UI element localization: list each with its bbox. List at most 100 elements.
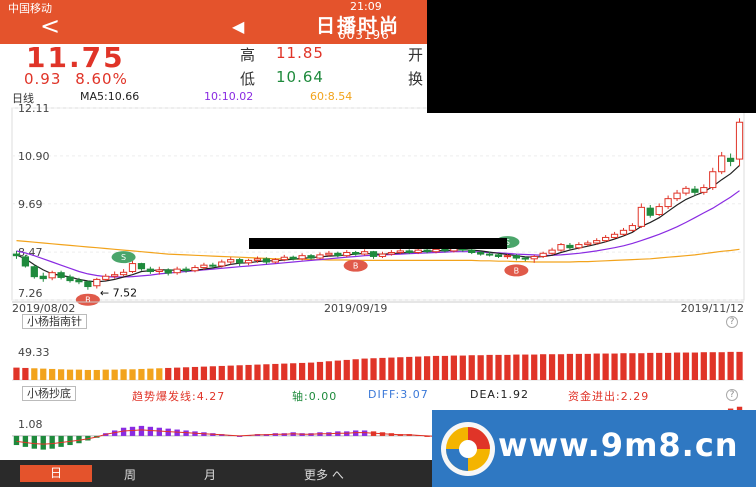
indicator1-bar bbox=[93, 369, 100, 380]
indicator1-bar bbox=[263, 364, 270, 380]
candle-body bbox=[307, 255, 315, 259]
indicator2-bar bbox=[40, 435, 46, 450]
candle-body bbox=[521, 257, 529, 260]
indicator1-bar bbox=[254, 364, 261, 380]
indicator1-bar bbox=[138, 368, 145, 380]
low-label: 低 bbox=[240, 70, 256, 88]
candle-body bbox=[494, 254, 503, 257]
candle-body bbox=[637, 206, 645, 227]
indicator1-bar bbox=[468, 355, 475, 380]
indicator1-bar bbox=[370, 358, 377, 380]
candle-body bbox=[253, 258, 262, 261]
kline-chart[interactable]: 12.1110.909.698.477.26BSBSB← 7.522019/08… bbox=[0, 104, 756, 460]
ma5-line bbox=[16, 164, 740, 283]
indicator1-bar bbox=[575, 353, 582, 380]
indicator1-bar bbox=[397, 357, 404, 380]
candle-body bbox=[664, 198, 672, 208]
indicator1-bar bbox=[531, 354, 538, 380]
candle-body bbox=[423, 249, 431, 253]
indicator1-bar bbox=[147, 368, 154, 380]
indicator1-bar bbox=[727, 351, 734, 380]
indicator1-bar bbox=[156, 368, 163, 380]
candle-body bbox=[477, 251, 485, 255]
indicator1-bar bbox=[584, 353, 591, 380]
candle-body bbox=[682, 187, 690, 194]
indicator1-bar bbox=[423, 356, 431, 380]
tab-more[interactable]: 更多 へ bbox=[304, 466, 344, 483]
ma10-legend: 10:10.02 bbox=[204, 90, 254, 103]
candle-body bbox=[66, 276, 74, 282]
indicator1-bar bbox=[352, 359, 359, 380]
watermark-banner: www.9m8.cn bbox=[432, 410, 756, 487]
candle-body bbox=[709, 171, 717, 189]
candle-body bbox=[209, 264, 217, 267]
watermark-text: www.9m8.cn bbox=[498, 426, 739, 464]
candle-body bbox=[84, 281, 92, 288]
candle-body bbox=[48, 272, 56, 279]
indicator1-bar bbox=[602, 353, 609, 380]
y-tick-label: 9.69 bbox=[18, 198, 43, 211]
candle-body bbox=[405, 250, 413, 253]
candle-body bbox=[530, 255, 538, 260]
candle-body bbox=[191, 267, 199, 272]
back-chevron-icon[interactable]: < bbox=[40, 12, 60, 40]
candle-body bbox=[119, 271, 128, 276]
indicator1-bar bbox=[638, 353, 645, 380]
change-percent: 8.60% bbox=[75, 70, 128, 88]
candle-body bbox=[557, 244, 565, 251]
candle-body bbox=[39, 275, 47, 280]
watermark-logo-icon bbox=[441, 422, 495, 476]
indicator1-bar bbox=[75, 369, 83, 380]
indicator1-bar bbox=[736, 351, 743, 380]
indicator1-bar bbox=[31, 368, 38, 380]
indicator1-bar bbox=[218, 365, 225, 380]
trend-line-value: 趋势爆发线:4.27 bbox=[132, 390, 226, 403]
indicator1-bar bbox=[557, 354, 565, 380]
candle-body bbox=[602, 236, 610, 242]
help-icon[interactable]: ? bbox=[726, 316, 738, 328]
low-value: 10.64 bbox=[276, 68, 324, 86]
indicator1-bar bbox=[432, 355, 440, 380]
indicator1-bar bbox=[691, 352, 699, 380]
y-tick-label: 7.26 bbox=[18, 287, 43, 300]
dea-value: DEA:1.92 bbox=[470, 388, 529, 401]
indicator1-bar bbox=[647, 352, 654, 380]
indicator1-bar bbox=[165, 367, 172, 380]
tab-daily[interactable]: 日 bbox=[20, 465, 92, 482]
candle-body bbox=[146, 268, 154, 272]
indicator1-bar bbox=[66, 369, 74, 380]
help-icon[interactable]: ? bbox=[726, 389, 738, 401]
candle-body bbox=[610, 233, 619, 238]
candle-body bbox=[584, 242, 592, 246]
candle-body bbox=[164, 269, 172, 274]
tab-monthly[interactable]: 月 bbox=[204, 466, 216, 483]
candle-body bbox=[566, 244, 574, 249]
indicator1-bar bbox=[709, 352, 716, 380]
candle-body bbox=[396, 250, 404, 253]
indicator1-bar bbox=[441, 355, 449, 380]
indicator1-bar bbox=[120, 369, 127, 380]
speaker-icon[interactable]: ◀ bbox=[232, 17, 244, 36]
ma60-legend: 60:8.54 bbox=[310, 90, 353, 103]
candle-body bbox=[236, 259, 244, 264]
candle-body bbox=[137, 263, 146, 270]
x-axis-label: 2019/11/12 bbox=[681, 302, 744, 315]
indicator1-bar bbox=[343, 359, 350, 380]
candle-body bbox=[325, 252, 333, 256]
indicator1-bar bbox=[361, 358, 368, 380]
candle-body bbox=[441, 248, 449, 252]
signal-label: B bbox=[85, 296, 91, 305]
redacted-region bbox=[427, 0, 756, 113]
indicator1-bar bbox=[334, 360, 341, 380]
indicator1-bar bbox=[629, 353, 636, 380]
candle-body bbox=[726, 157, 735, 162]
tab-weekly[interactable]: 周 bbox=[124, 466, 136, 483]
candle-body bbox=[387, 251, 396, 255]
indicator2-title[interactable]: 小杨抄底 bbox=[22, 386, 76, 401]
candle-body bbox=[244, 259, 253, 264]
candle-body bbox=[128, 263, 137, 272]
candle-body bbox=[414, 249, 422, 253]
indicator1-bar bbox=[495, 354, 502, 380]
indicator1-title[interactable]: 小杨指南针 bbox=[22, 314, 87, 329]
indicator1-bar bbox=[700, 352, 707, 380]
